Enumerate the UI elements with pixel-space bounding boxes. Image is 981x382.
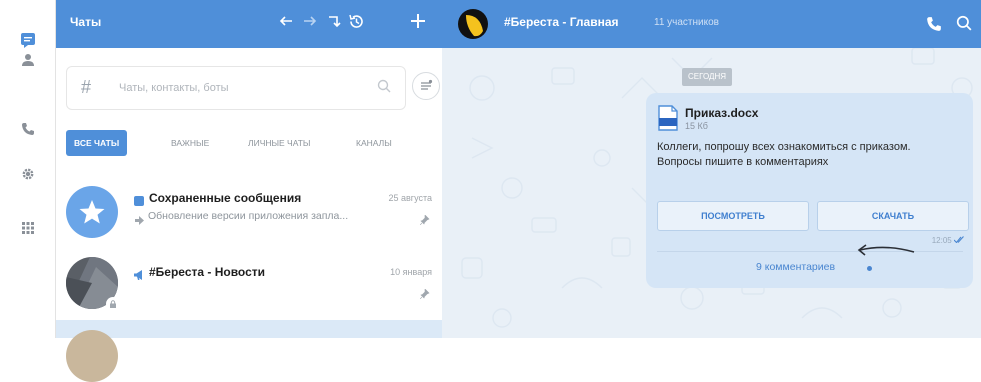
day-separator: СЕГОДНЯ — [682, 68, 733, 86]
message-text: Коллеги, попрошу всех ознакомиться с при… — [657, 141, 911, 168]
search-icon[interactable] — [956, 15, 972, 36]
group-avatar[interactable] — [458, 9, 488, 39]
chat-preview: Обновление версии приложения запла... — [148, 210, 349, 222]
call-icon[interactable] — [926, 16, 942, 37]
message-time: 12:05 — [932, 236, 965, 245]
forward-arrow-icon[interactable] — [302, 13, 318, 34]
tab-personal[interactable]: ЛИЧНЫЕ ЧАТЫ — [248, 130, 310, 156]
add-icon[interactable] — [410, 13, 426, 34]
chat-item-selected[interactable] — [56, 320, 442, 382]
history-icon[interactable] — [348, 13, 365, 35]
unread-dot — [867, 266, 872, 271]
conversation-title[interactable]: #Береста - Главная — [504, 15, 619, 29]
reply-icon[interactable] — [326, 13, 342, 34]
download-button[interactable]: СКАЧАТЬ — [817, 201, 969, 231]
comments-link[interactable]: 9 комментариев — [756, 261, 835, 273]
message-bubble: Приказ.docx 15 Кб Коллеги, попрошу всех … — [646, 93, 973, 288]
message-divider — [657, 251, 963, 252]
chat-item-news[interactable]: #Береста - Новости 10 января — [56, 245, 442, 320]
conversation-header: #Береста - Главная 11 участников — [442, 0, 981, 48]
pointer-arrow-icon — [857, 244, 915, 256]
search-icon[interactable] — [377, 79, 391, 98]
star-icon — [79, 200, 105, 224]
chat-name: Сохраненные сообщения — [149, 191, 302, 205]
view-button[interactable]: ПОСМОТРЕТЬ — [657, 201, 809, 231]
user-icon[interactable] — [0, 48, 55, 72]
tab-all-chats[interactable]: ВСЕ ЧАТЫ — [66, 130, 128, 156]
phone-icon[interactable] — [0, 117, 55, 141]
read-check-icon — [953, 236, 964, 244]
chats-header: Чаты — [56, 0, 442, 48]
search-box[interactable]: # — [66, 66, 406, 110]
forward-icon — [135, 212, 144, 230]
chat-date: 25 августа — [388, 193, 432, 203]
file-name[interactable]: Приказ.docx — [685, 106, 758, 120]
chats-title: Чаты — [70, 15, 102, 29]
pin-icon — [419, 286, 430, 304]
lock-icon — [106, 297, 120, 311]
search-input[interactable] — [117, 77, 361, 99]
chat-item-saved-messages[interactable]: Сохраненные сообщения 25 августа Обновле… — [56, 172, 442, 250]
gear-icon[interactable] — [0, 162, 55, 186]
hash-icon: # — [81, 77, 92, 97]
docx-file-icon[interactable] — [657, 105, 679, 136]
left-rail — [0, 0, 56, 338]
avatar — [66, 186, 118, 238]
pin-icon — [419, 212, 430, 230]
back-arrow-icon[interactable] — [278, 13, 294, 34]
chats-panel: Чаты # ВСЕ ЧАТЫ ВАЖНЫЕ ЛИЧНЫЕ ЧАТЫ КАНАЛ… — [56, 0, 442, 382]
chat-name: #Береста - Новости — [149, 265, 266, 279]
tab-channels[interactable]: КАНАЛЫ — [356, 130, 392, 156]
saved-folder-icon — [134, 193, 144, 211]
channel-icon — [134, 267, 145, 285]
file-size: 15 Кб — [685, 121, 708, 131]
conversation-panel: #Береста - Главная 11 участников СЕГОДНЯ… — [442, 0, 981, 338]
members-count[interactable]: 11 участников — [654, 17, 719, 28]
apps-grid-icon[interactable] — [0, 216, 55, 240]
chat-date: 10 января — [390, 267, 432, 277]
filter-button[interactable] — [412, 72, 440, 100]
filter-icon — [421, 79, 433, 90]
tab-important[interactable]: ВАЖНЫЕ — [171, 130, 209, 156]
